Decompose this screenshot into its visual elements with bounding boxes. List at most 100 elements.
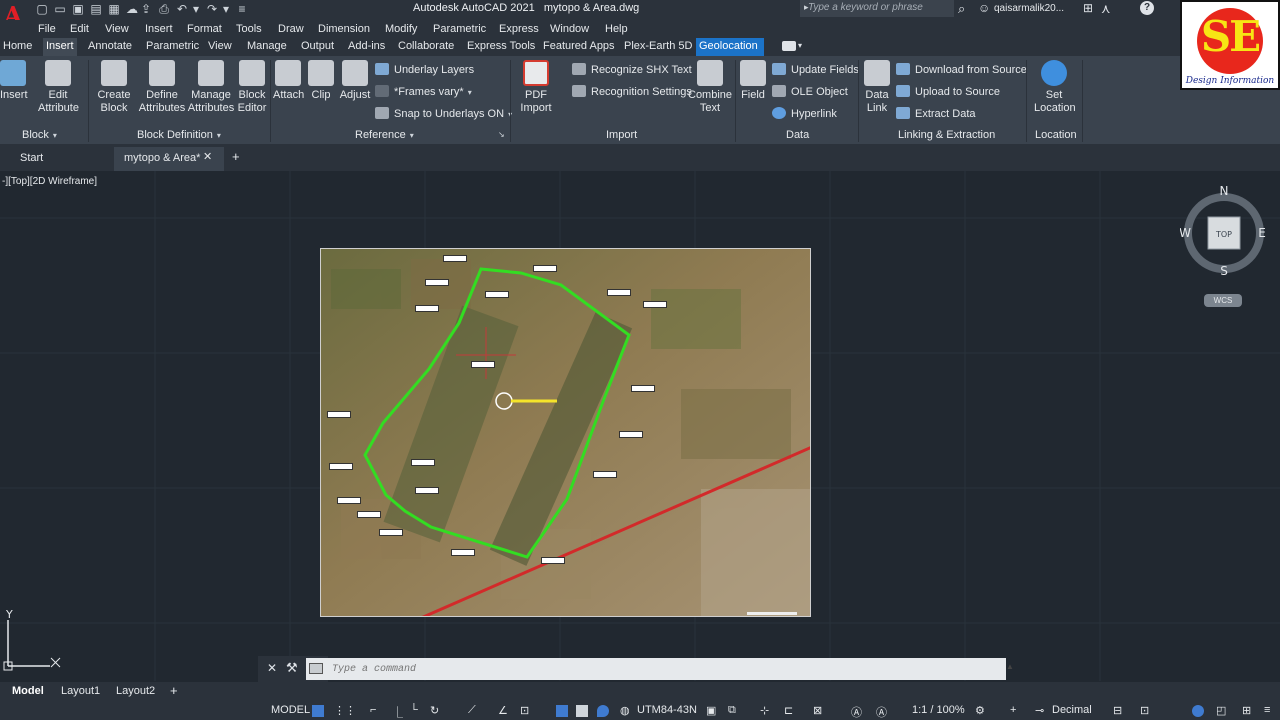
help-icon[interactable]: ? bbox=[1140, 1, 1154, 15]
selection-filter-icon[interactable]: ⊠ bbox=[813, 704, 822, 717]
command-input[interactable] bbox=[306, 658, 1006, 680]
menu-dimension[interactable]: Dimension bbox=[318, 23, 370, 35]
quick-access-menu-icon[interactable]: ≡ bbox=[236, 2, 248, 16]
ortho-icon[interactable]: └ bbox=[410, 704, 418, 716]
cloud-save-icon[interactable]: ☁ bbox=[126, 2, 138, 16]
new-tab-icon[interactable]: + bbox=[232, 149, 240, 164]
tab-home[interactable]: Home bbox=[0, 38, 35, 56]
search-icon[interactable]: ⌕ bbox=[958, 1, 965, 17]
frames-vary-dropdown[interactable]: *Frames vary* ▾ bbox=[375, 84, 472, 102]
map-annotation-tag[interactable] bbox=[593, 471, 617, 478]
undo-dropdown-icon[interactable]: ▾ bbox=[190, 2, 202, 16]
field-button[interactable]: Field bbox=[739, 60, 767, 102]
quick-properties-icon[interactable]: ▣ bbox=[706, 704, 716, 717]
lineweight-icon[interactable] bbox=[556, 705, 568, 717]
map-annotation-tag[interactable] bbox=[379, 529, 403, 536]
block-panel-title[interactable]: Block ▾ bbox=[22, 129, 57, 141]
selection-cycling-icon[interactable]: ⧉ bbox=[728, 704, 736, 717]
map-annotation-tag[interactable] bbox=[415, 487, 439, 494]
map-annotation-tag[interactable] bbox=[643, 301, 667, 308]
map-annotation-tag[interactable] bbox=[619, 431, 643, 438]
object-snap-tracking-icon[interactable]: ∠ bbox=[498, 704, 508, 717]
a360-icon[interactable]: ⋏ bbox=[1101, 1, 1111, 17]
workspace-gear-icon[interactable]: ⚙ bbox=[975, 704, 985, 717]
tab-insert[interactable]: Insert bbox=[43, 38, 77, 56]
open-folder-icon[interactable]: ▭ bbox=[54, 2, 66, 16]
share-icon[interactable]: ⇪ bbox=[140, 2, 152, 16]
save-as-icon[interactable]: ▤ bbox=[90, 2, 102, 16]
viewport-controls-label[interactable]: -][Top][2D Wireframe] bbox=[2, 176, 97, 187]
tab-manage[interactable]: Manage bbox=[244, 38, 290, 56]
tab-view[interactable]: View bbox=[205, 38, 235, 56]
reference-panel-launcher-icon[interactable]: ↘ bbox=[498, 130, 505, 139]
tab-collaborate[interactable]: Collaborate bbox=[395, 38, 457, 56]
infer-constraints-icon[interactable]: ⌐ bbox=[370, 704, 376, 716]
command-recent-icon[interactable] bbox=[309, 663, 323, 674]
tab-plex-earth[interactable]: Plex-Earth 5D bbox=[621, 38, 695, 56]
map-annotation-tag[interactable] bbox=[425, 279, 449, 286]
coordinate-system[interactable]: UTM84-43N bbox=[637, 704, 697, 716]
set-location-button[interactable]: Set Location bbox=[1034, 60, 1076, 115]
clip-button[interactable]: Clip bbox=[308, 60, 334, 102]
annotation-monitor-icon[interactable]: + bbox=[1010, 704, 1016, 716]
snap-underlays-dropdown[interactable]: Snap to Underlays ON▾ bbox=[375, 106, 512, 124]
command-history-icon[interactable]: ▲ bbox=[1006, 662, 1014, 671]
map-annotation-tag[interactable] bbox=[631, 385, 655, 392]
define-attributes-button[interactable]: Define Attributes bbox=[138, 60, 186, 115]
customization-menu-icon[interactable]: ≡ bbox=[1264, 704, 1270, 716]
recognition-settings-button[interactable]: Recognition Settings bbox=[572, 84, 692, 102]
units-selector[interactable]: Decimal bbox=[1052, 704, 1092, 716]
user-icon[interactable]: ☺ bbox=[978, 1, 990, 15]
block-definition-panel-title[interactable]: Block Definition ▾ bbox=[137, 129, 221, 141]
combine-text-button[interactable]: Combine Text bbox=[688, 60, 732, 115]
menu-edit[interactable]: Edit bbox=[70, 23, 89, 35]
clean-screen-icon[interactable]: ⊞ bbox=[1242, 704, 1251, 717]
units-icon[interactable]: ⊸ bbox=[1035, 704, 1044, 717]
annotation-scale[interactable]: 1:1 / 100% bbox=[912, 704, 965, 716]
3d-osnap-icon[interactable]: ⊹ bbox=[760, 704, 769, 717]
auto-scale-icon[interactable]: Ⓐ bbox=[876, 704, 887, 720]
underlay-layers-button[interactable]: Underlay Layers bbox=[375, 62, 474, 80]
cart-icon[interactable]: ⊞ bbox=[1083, 1, 1093, 15]
redo-icon[interactable]: ↷ bbox=[206, 2, 218, 16]
map-annotation-tag[interactable] bbox=[337, 497, 361, 504]
menu-draw[interactable]: Draw bbox=[278, 23, 304, 35]
map-annotation-tag[interactable] bbox=[415, 305, 439, 312]
map-annotation-tag[interactable] bbox=[411, 459, 435, 466]
map-annotation-tag[interactable] bbox=[327, 411, 351, 418]
command-line-customize-icon[interactable]: ⚒ bbox=[286, 660, 298, 676]
map-annotation-tag[interactable] bbox=[451, 549, 475, 556]
viewcube[interactable]: TOP N S E W bbox=[1180, 183, 1270, 293]
map-annotation-tag[interactable] bbox=[541, 557, 565, 564]
menu-tools[interactable]: Tools bbox=[236, 23, 262, 35]
snap-icon[interactable]: ⋮⋮ bbox=[334, 704, 356, 717]
ribbon-minimize-icon[interactable] bbox=[782, 41, 796, 51]
update-fields-button[interactable]: Update Fields bbox=[772, 62, 859, 80]
geolocation-pin-icon[interactable] bbox=[597, 705, 609, 717]
tab-annotate[interactable]: Annotate bbox=[85, 38, 135, 56]
tab-start[interactable]: Start bbox=[0, 147, 112, 171]
tab-featured-apps[interactable]: Featured Apps bbox=[540, 38, 618, 56]
block-editor-button[interactable]: Block Editor bbox=[236, 60, 268, 115]
menu-insert[interactable]: Insert bbox=[145, 23, 173, 35]
menu-format[interactable]: Format bbox=[187, 23, 222, 35]
insert-block-button[interactable]: Insert bbox=[0, 60, 28, 102]
map-annotation-tag[interactable] bbox=[357, 511, 381, 518]
map-annotation-tag[interactable] bbox=[443, 255, 467, 262]
data-link-button[interactable]: Data Link bbox=[862, 60, 892, 115]
menu-help[interactable]: Help bbox=[605, 23, 628, 35]
ribbon-minimize-dropdown-icon[interactable]: ▾ bbox=[798, 41, 802, 50]
save-icon[interactable]: ▣ bbox=[72, 2, 84, 16]
tab-layout1[interactable]: Layout1 bbox=[61, 685, 100, 697]
user-name[interactable]: qaisarmalik20... bbox=[994, 3, 1064, 14]
recognize-shx-text-button[interactable]: Recognize SHX Text bbox=[572, 62, 692, 80]
annotation-visibility-icon[interactable]: Ⓐ bbox=[851, 704, 862, 720]
plot-icon[interactable]: ⎙ bbox=[158, 2, 170, 16]
reference-panel-title[interactable]: Reference ▾ bbox=[355, 129, 414, 141]
menu-modify[interactable]: Modify bbox=[385, 23, 417, 35]
hardware-acceleration-icon[interactable]: ◰ bbox=[1216, 704, 1226, 717]
map-annotation-tag[interactable] bbox=[485, 291, 509, 298]
undo-icon[interactable]: ↶ bbox=[176, 2, 188, 16]
isolate-objects-icon[interactable] bbox=[1192, 705, 1204, 717]
command-line-close-icon[interactable]: ✕ bbox=[267, 661, 277, 675]
